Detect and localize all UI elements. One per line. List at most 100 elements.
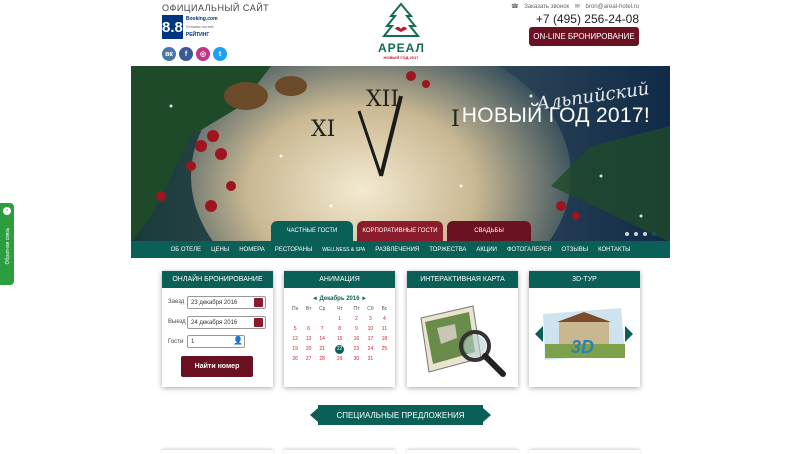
offer-card-peek [529,450,640,454]
checkout-label: Выезд [168,319,186,325]
tab-private-guests[interactable]: ЧАСТНЫЕ ГОСТИ [271,221,353,241]
calendar-day[interactable]: 25 [378,344,391,354]
booking-rating[interactable]: 8.8 Booking.com Отзывы гостей РЕЙТИНГ [162,15,218,39]
calendar-day[interactable]: 20 [302,344,315,354]
nav-gallery[interactable]: ФОТОГАЛЕРЕЯ [502,247,557,253]
calendar-day[interactable]: 22 [329,344,349,354]
calendar-day[interactable]: 2 [350,314,363,324]
calendar-icon[interactable] [254,298,263,307]
checkin-value: 23 декабря 2016 [191,299,238,306]
facebook-icon[interactable]: f [179,47,193,61]
checkin-label: Заезд [168,299,185,305]
phone-number[interactable]: +7 (495) 256-24-08 [507,12,639,26]
weekday-label: Пт [353,306,360,312]
calendar-icon[interactable] [254,318,263,327]
audience-tabs: ЧАСТНЫЕ ГОСТИ КОРПОРАТИВНЫЕ ГОСТИ СВАДЬБ… [131,221,670,241]
twitter-icon[interactable]: t [213,47,227,61]
calendar-day[interactable]: 4 [378,314,391,324]
calendar-day[interactable]: 21 [315,344,329,354]
calendar-today[interactable]: 22 [335,344,345,354]
nav-entertainment[interactable]: РАЗВЛЕЧЕНИЯ [370,247,424,253]
calendar-day[interactable]: 24 [363,344,378,354]
nav-reviews[interactable]: ОТЗЫВЫ [557,247,594,253]
calendar-empty [288,314,302,324]
tab-weddings[interactable]: СВАДЬБЫ [447,221,531,241]
logo-name: АРЕАЛ [378,41,425,55]
calendar-day[interactable]: 23 [350,344,363,354]
feedback-side-tab[interactable]: › Обратная связь [0,203,14,285]
logo[interactable]: АРЕАЛ НОВЫЙ ГОД 2017 [378,2,424,60]
calendar-day[interactable]: 5 [288,324,302,334]
offer-card-peek [162,450,273,454]
calendar-day[interactable]: 10 [363,324,378,334]
instagram-icon[interactable]: ◎ [196,47,210,61]
calendar-day[interactable]: 18 [378,334,391,344]
checkin-field[interactable]: 23 декабря 2016 [187,296,266,309]
calendar-day[interactable]: 7 [315,324,329,334]
calendar-day[interactable]: 17 [363,334,378,344]
nav-restaurants[interactable]: РЕСТОРАНЫ [270,247,317,253]
weekday-label: Вс [381,306,388,312]
calendar: ◄ Декабрь 2016 ► Пн Вт Ср Чт Пт Сб Вс 12345678… [288,296,391,364]
map-card[interactable]: ИНТЕРАКТИВНАЯ КАРТА [407,271,518,387]
call-request-link[interactable]: ☎ Заказать звонок [511,4,569,10]
nav-about[interactable]: ОБ ОТЕЛЕ [166,247,207,253]
svg-text:XII: XII [366,87,399,112]
calendar-day[interactable]: 28 [315,354,329,364]
calendar-day[interactable]: 15 [329,334,349,344]
calendar-grid: Пн Вт Ср Чт Пт Сб Вс 1 2 3 4 5 6 7 8 9 10 11 12 13 14 15 16 17… [288,304,391,364]
tab-corporate-guests[interactable]: КОРПОРАТИВНЫЕ ГОСТИ [357,221,443,241]
calendar-day[interactable]: 3 [363,314,378,324]
weekday-label: Пн [292,306,299,312]
calendar-day[interactable]: 1 [329,314,349,324]
calendar-day[interactable]: 26 [288,354,302,364]
calendar-day[interactable]: 12 [288,334,302,344]
booking-card: ОНЛАЙН БРОНИРОВАНИЕ Заезд 23 декабря 201… [162,271,273,387]
calendar-day[interactable]: 27 [302,354,315,364]
main-nav: ОБ ОТЕЛЕ ЦЕНЫ НОМЕРА РЕСТОРАНЫ WELLNESS … [131,241,670,258]
weekday-label: Ср [318,306,326,312]
checkout-field[interactable]: 24 декабря 2016 [187,316,266,329]
chevron-right-icon: › [3,207,11,215]
calendar-week: 12 13 14 15 16 17 18 [288,334,391,344]
nav-contacts[interactable]: КОНТАКТЫ [593,247,635,253]
calendar-day[interactable]: 16 [350,334,363,344]
tour-card[interactable]: 3D-ТУР 3D [529,271,640,387]
calendar-day[interactable]: 29 [329,354,349,364]
page: ОФИЦИАЛЬНЫЙ САЙТ 8.8 Booking.com Отзывы … [0,0,800,454]
email-link[interactable]: ✉ bron@areal-hotel.ru [575,4,639,10]
offer-card-peek [407,450,518,454]
calendar-day[interactable]: 11 [378,324,391,334]
calendar-day[interactable]: 19 [288,344,302,354]
calendar-day[interactable]: 6 [302,324,315,334]
calendar-month[interactable]: ◄ Декабрь 2016 ► [288,296,391,302]
calendar-day[interactable]: 30 [350,354,363,364]
calendar-day[interactable]: 9 [350,324,363,334]
find-room-button[interactable]: Найти номер [181,356,253,377]
rating-label: РЕЙТИНГ [185,32,210,38]
hero-banner: XII I XI Альпийский НОВЫЙ ГОД 2017! [131,66,670,242]
email-label: bron@areal-hotel.ru [585,4,639,10]
nav-celebrations[interactable]: ТОРЖЕСТВА [424,247,471,253]
person-icon: 👤 [233,336,243,345]
calendar-day[interactable]: 14 [315,334,329,344]
guests-value: 1 [191,338,195,345]
rating-brand: Booking.com [185,16,218,22]
calendar-day[interactable]: 8 [329,324,349,334]
calendar-day[interactable]: 13 [302,334,315,344]
map-image [420,305,506,377]
feedback-label: Обратная связь [5,227,11,265]
rating-score: 8.8 [162,15,183,39]
calendar-day[interactable]: 31 [363,354,378,364]
online-booking-button[interactable]: ON-LINE БРОНИРОВАНИЕ [529,27,639,46]
nav-rooms[interactable]: НОМЕРА [234,247,270,253]
nav-wellness[interactable]: WELLNESS & SPA [317,247,370,253]
nav-promos[interactable]: АКЦИИ [471,247,502,253]
nav-prices[interactable]: ЦЕНЫ [206,247,234,253]
call-request-label: Заказать звонок [524,4,570,10]
calendar-week: 5 6 7 8 9 10 11 [288,324,391,334]
guests-field[interactable]: 1 👤 [187,335,245,348]
hero-title: НОВЫЙ ГОД 2017! [461,104,650,127]
vk-icon[interactable]: вк [162,47,176,61]
rating-sub: Отзывы гостей [185,24,214,29]
